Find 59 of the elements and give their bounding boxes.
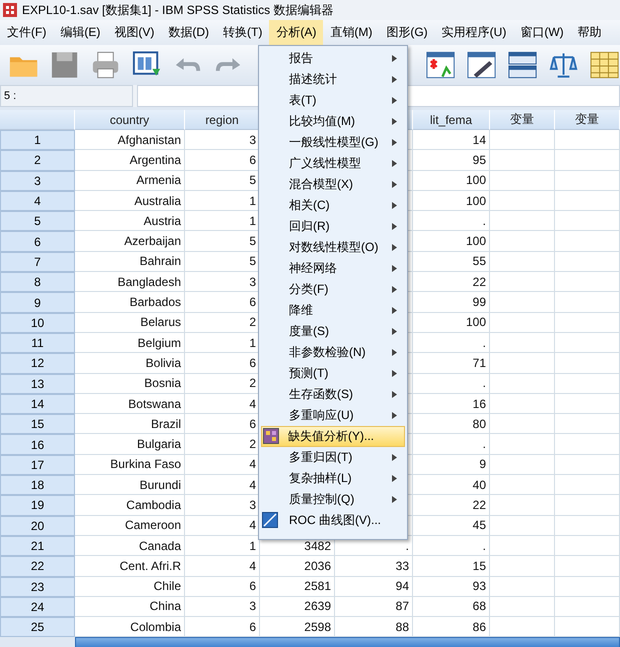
table-cell: .: [413, 536, 490, 556]
table-cell: Australia: [75, 190, 185, 212]
table-cell: 45: [413, 516, 490, 536]
table-cell: Armenia: [75, 170, 185, 191]
table-cell: Chile: [75, 576, 185, 597]
table-cell: Austria: [75, 211, 185, 232]
table-cell: China: [75, 596, 185, 618]
table-cell: .: [413, 332, 490, 354]
table-cell: .: [413, 434, 490, 455]
table-cell: Burkina Faso: [75, 454, 185, 476]
table-cell: .: [413, 374, 490, 394]
table-cell: 33: [335, 556, 413, 577]
table-cell: Barbados: [75, 292, 185, 313]
table-cell: 40: [413, 475, 490, 496]
table-cell: 16: [413, 394, 490, 414]
table-cell: 100: [413, 231, 490, 252]
table-cell: Brazil: [75, 414, 185, 434]
table-cell: 87: [335, 596, 413, 618]
table-cell: 6: [185, 576, 260, 597]
table-cell: 100: [413, 190, 490, 212]
window-title: EXPL10-1.sav [数据集1] - IBM SPSS Statistics 数据编辑器: [22, 2, 334, 18]
table-cell: 22: [413, 495, 490, 516]
table-cell: Belgium: [75, 332, 185, 354]
table-cell: Bulgaria: [75, 434, 185, 455]
table-cell: Burundi: [75, 475, 185, 496]
table-cell: Bolivia: [75, 353, 185, 374]
table-cell: 80: [413, 414, 490, 434]
table-cell: Argentina: [75, 150, 185, 171]
table-cell: Afghanistan: [75, 130, 185, 150]
table-cell: Belarus: [75, 312, 185, 333]
table-cell: Azerbaijan: [75, 231, 185, 252]
table-cell: 95: [413, 150, 490, 171]
table-cell: Bosnia: [75, 374, 185, 394]
table-cell: 14: [413, 130, 490, 150]
table-cell: Canada: [75, 536, 185, 556]
table-cell: 93: [413, 576, 490, 597]
table-cell: .: [413, 211, 490, 232]
table-cell: 15: [413, 556, 490, 577]
table-cell: 9: [413, 454, 490, 476]
table-cell: 71: [413, 353, 490, 374]
table-cell: 2036: [260, 556, 335, 577]
table-cell: 55: [413, 252, 490, 272]
table-cell: Bahrain: [75, 252, 185, 272]
table-cell: 99: [413, 292, 490, 313]
table-cell: 2581: [260, 576, 335, 597]
table-cell: Cameroon: [75, 516, 185, 536]
table-cell: Cambodia: [75, 495, 185, 516]
table-cell: 100: [413, 312, 490, 333]
table-cell: 3: [185, 596, 260, 618]
table-cell: 94: [335, 576, 413, 597]
table-cell: 100: [413, 170, 490, 191]
table-cell: 68: [413, 596, 490, 618]
table-cell: Cent. Afri.R: [75, 556, 185, 577]
table-cell: Botswana: [75, 394, 185, 414]
table-cell: 2639: [260, 596, 335, 618]
cell-reference: 5 :: [0, 85, 133, 107]
table-cell: Bangladesh: [75, 272, 185, 292]
table-cell: 22: [413, 272, 490, 292]
table-cell: 4: [185, 556, 260, 577]
